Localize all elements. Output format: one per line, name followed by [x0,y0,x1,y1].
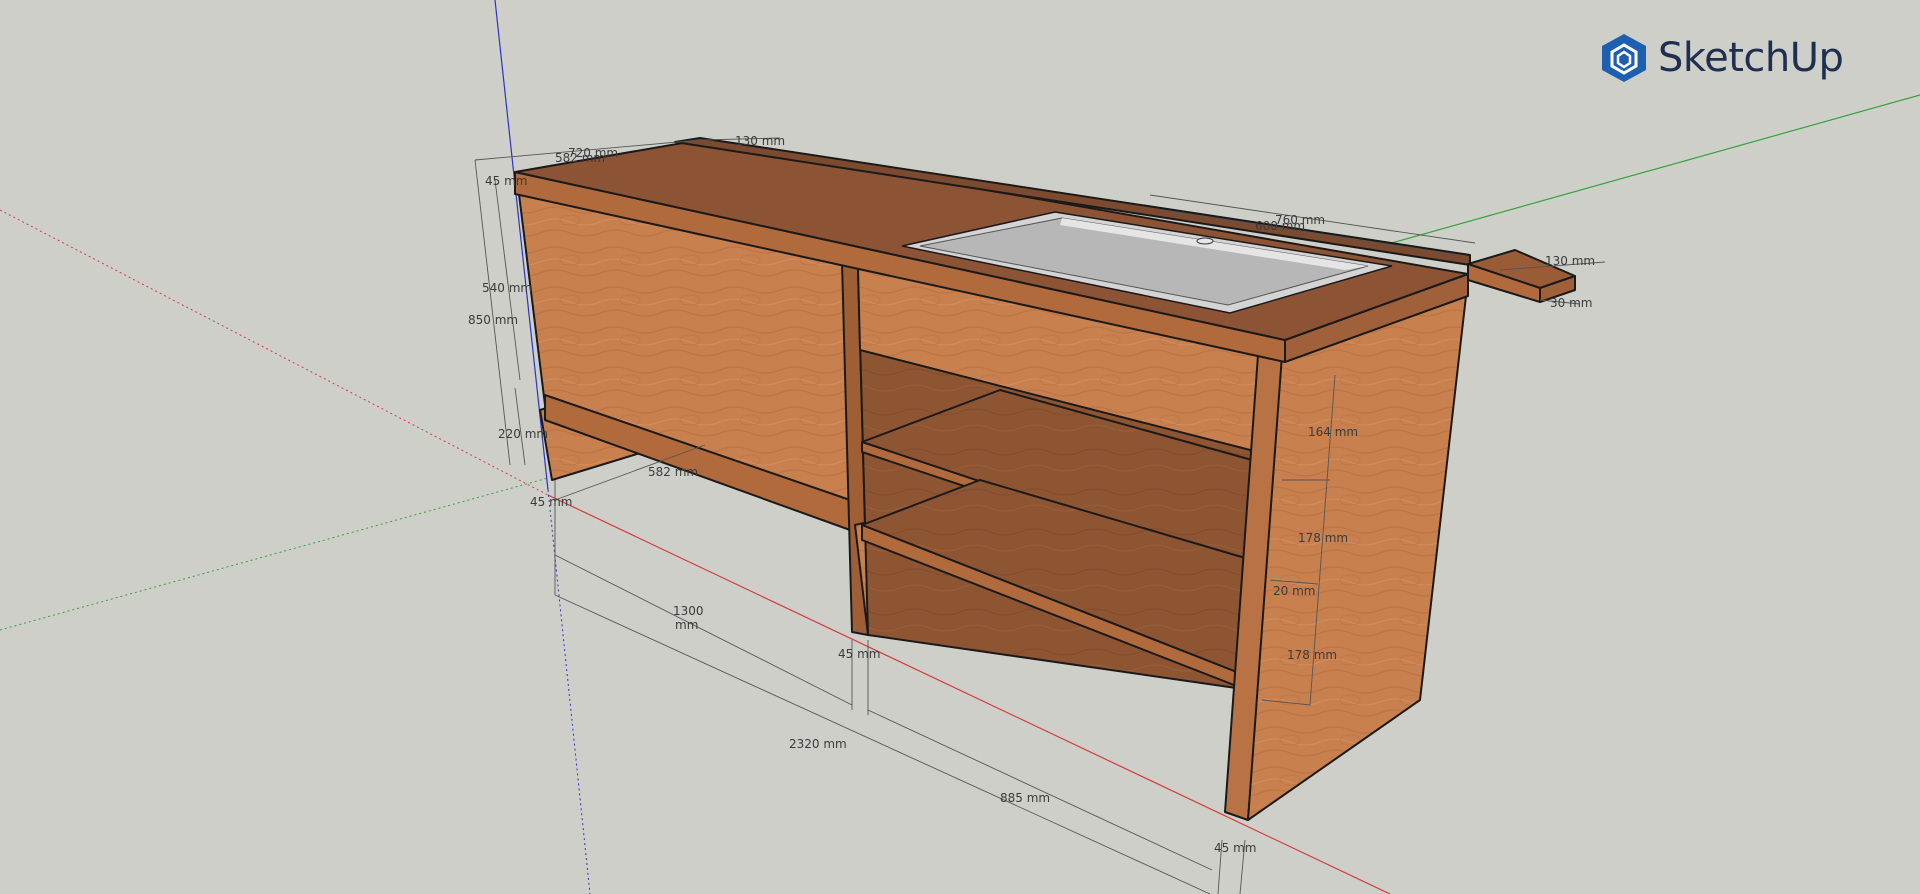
dim-30: 30 mm [1550,296,1592,310]
logo-text: SketchUp [1658,35,1844,81]
dim-45-bottom: 45 mm [1214,841,1256,855]
dim-1300-a: 1300 [673,604,704,618]
cabinet-model[interactable] [514,137,1576,821]
model-canvas[interactable]: 720 mm 582 mm 130 mm 45 mm 540 mm 850 mm… [0,0,1920,894]
dim-164: 164 mm [1308,425,1358,439]
axis-red-dotted [0,209,549,496]
sink-tap-hole [1196,237,1214,245]
dim-45-top: 45 mm [485,174,527,188]
dim-130-top: 130 mm [735,134,785,148]
axis-green-dotted [0,477,549,631]
axis-green [1387,94,1920,245]
right-end-panel[interactable] [1247,295,1467,821]
dim-540: 540 mm [482,281,532,295]
dim-178-a: 178 mm [1298,531,1348,545]
sketchup-logo: SketchUp [1600,30,1844,86]
dim-600: 600 mm [1255,219,1305,233]
dim-850: 850 mm [468,313,518,327]
axis-blue-dotted [547,489,591,894]
dim-220: 220 mm [498,427,548,441]
dim-45-left: 45 mm [530,495,572,509]
dim-885: 885 mm [1000,791,1050,805]
dim-582-top: 582 mm [555,151,605,165]
dim-2320: 2320 mm [789,737,847,751]
dim-20: 20 mm [1273,584,1315,598]
dim-1300-b: mm [675,618,698,632]
dim-45-mid: 45 mm [838,647,880,661]
dim-582: 582 mm [648,465,698,479]
dim-130-right: 130 mm [1545,254,1595,268]
dim-178-b: 178 mm [1287,648,1337,662]
model-viewport[interactable]: 720 mm 582 mm 130 mm 45 mm 540 mm 850 mm… [0,0,1920,894]
sketchup-logo-icon [1602,34,1646,82]
